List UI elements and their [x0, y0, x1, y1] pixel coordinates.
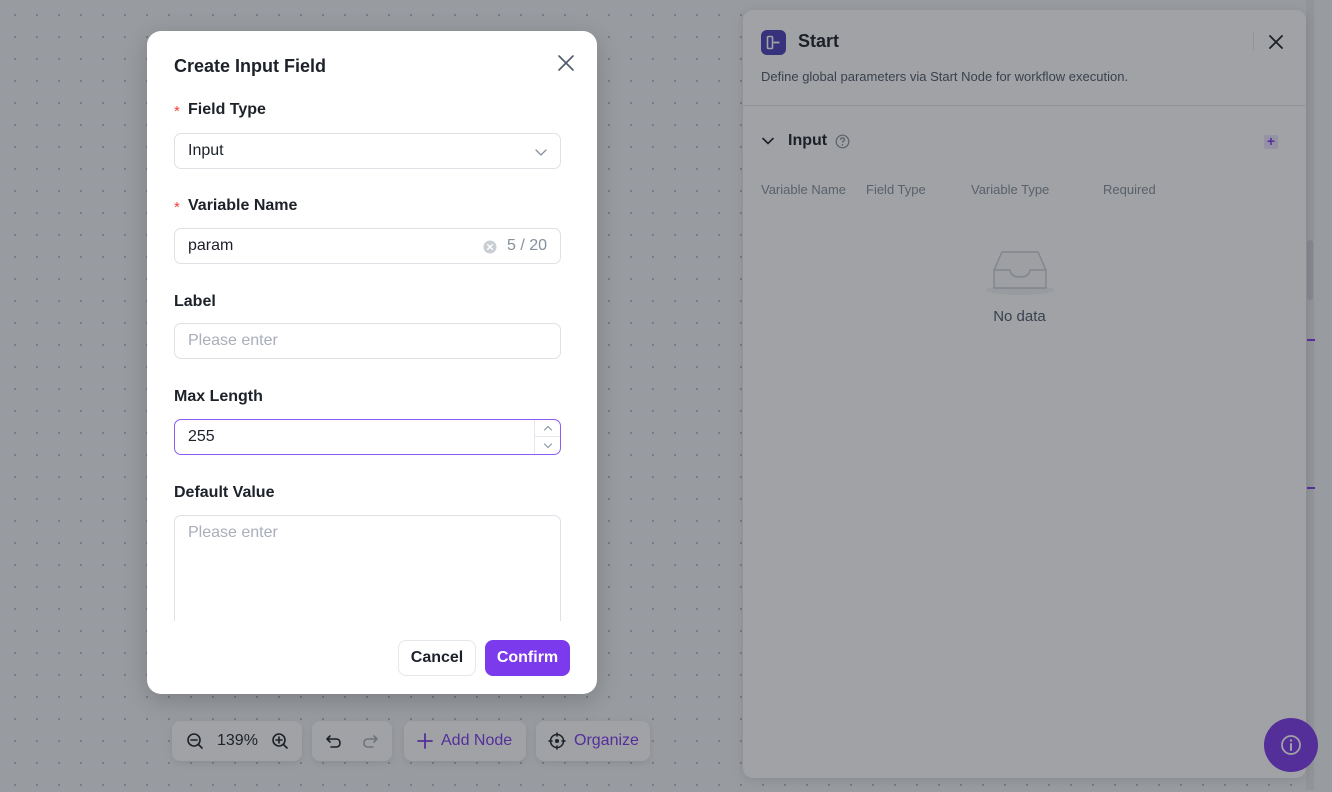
create-input-field-dialog: Create Input Field * Field Type Input * Va…: [147, 31, 597, 694]
variable-name-label: * Variable Name: [174, 197, 298, 216]
dialog-title: Create Input Field: [174, 56, 327, 76]
required-mark: *: [174, 199, 180, 216]
default-value-textarea[interactable]: Please enter: [174, 515, 561, 625]
label-field-label: Label: [174, 293, 216, 310]
label-placeholder: Please enter: [188, 332, 278, 349]
cancel-button[interactable]: Cancel: [398, 640, 476, 676]
variable-name-input[interactable]: param 5 / 20: [174, 228, 561, 264]
max-length-value: 255: [188, 428, 215, 445]
chevron-down-icon: [535, 149, 547, 156]
chevron-up-icon: [543, 425, 552, 431]
scroll-fade: [167, 621, 577, 627]
required-mark: *: [174, 103, 180, 120]
label-input[interactable]: Please enter: [174, 323, 561, 359]
max-length-input[interactable]: 255: [174, 419, 561, 455]
increment-button[interactable]: [535, 420, 560, 437]
char-counter: 5 / 20: [506, 237, 547, 254]
chevron-down-icon: [543, 442, 552, 448]
field-type-select[interactable]: Input: [174, 133, 561, 169]
max-length-stepper: [534, 420, 560, 454]
max-length-label: Max Length: [174, 388, 263, 405]
close-icon[interactable]: [556, 53, 576, 73]
clear-icon[interactable]: [483, 240, 497, 254]
variable-name-value: param: [188, 237, 234, 254]
confirm-button[interactable]: Confirm: [485, 640, 570, 676]
field-type-value: Input: [188, 142, 224, 159]
default-value-placeholder: Please enter: [188, 524, 278, 541]
default-value-label: Default Value: [174, 484, 275, 501]
decrement-button[interactable]: [535, 437, 560, 454]
field-type-label: * Field Type: [174, 101, 266, 120]
